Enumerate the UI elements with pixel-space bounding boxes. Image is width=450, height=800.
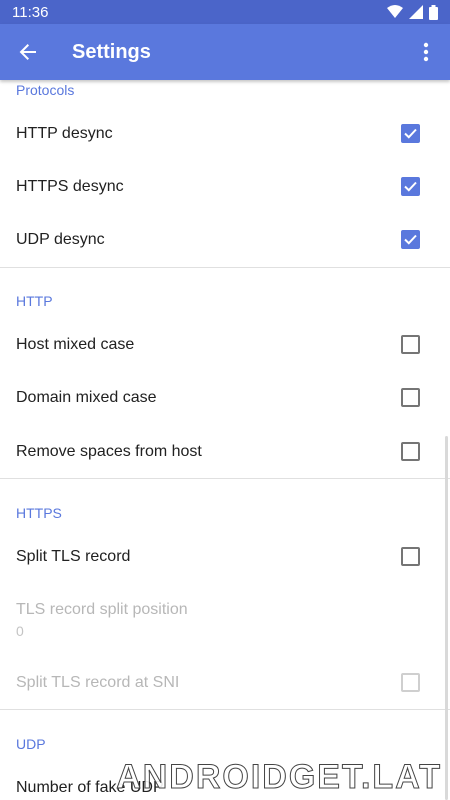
checkbox-checked[interactable] — [401, 177, 420, 196]
pref-remove-spaces-from-host[interactable]: Remove spaces from host — [0, 425, 450, 478]
checkbox-unchecked[interactable] — [401, 547, 420, 566]
watermark: ANDROIDGET.LAT — [116, 758, 442, 797]
pref-label: Host mixed case — [16, 335, 135, 353]
scrollbar[interactable] — [445, 436, 448, 800]
pref-label: HTTPS desync — [16, 177, 124, 195]
check-icon — [404, 181, 417, 192]
pref-label: TLS record split position — [16, 601, 188, 618]
arrow-back-icon — [19, 44, 36, 60]
check-icon — [404, 234, 417, 245]
overflow-menu-button[interactable] — [402, 24, 450, 80]
divider — [0, 267, 450, 268]
pref-udp-desync[interactable]: UDP desync — [0, 213, 450, 266]
pref-label: Remove spaces from host — [16, 442, 202, 460]
divider — [0, 478, 450, 479]
pref-label: HTTP desync — [16, 124, 113, 142]
pref-http-desync[interactable]: HTTP desync — [0, 107, 450, 160]
pref-label: Split TLS record — [16, 547, 131, 565]
pref-summary: 0 — [16, 623, 24, 639]
pref-https-desync[interactable]: HTTPS desync — [0, 160, 450, 213]
settings-list[interactable]: Protocols HTTP desync HTTPS desync UDP d… — [0, 0, 450, 800]
pref-split-tls-record[interactable]: Split TLS record — [0, 530, 450, 583]
app-bar: Settings — [0, 24, 450, 80]
pref-domain-mixed-case[interactable]: Domain mixed case — [0, 371, 450, 424]
back-button[interactable] — [0, 24, 56, 80]
more-vert-icon — [423, 42, 429, 62]
checkbox-unchecked[interactable] — [401, 335, 420, 354]
divider — [0, 709, 450, 710]
checkbox-checked[interactable] — [401, 124, 420, 143]
page-title: Settings — [72, 40, 151, 63]
checkbox-unchecked[interactable] — [401, 388, 420, 407]
section-header-https: HTTPS — [16, 505, 62, 521]
section-header-http: HTTP — [16, 293, 53, 309]
pref-label: Split TLS record at SNI — [16, 673, 180, 691]
checkbox-unchecked — [401, 673, 420, 692]
pref-label: Domain mixed case — [16, 388, 157, 406]
checkbox-unchecked[interactable] — [401, 442, 420, 461]
pref-split-tls-record-at-sni: Split TLS record at SNI — [0, 656, 450, 709]
section-header-udp: UDP — [16, 736, 46, 752]
section-header-protocols: Protocols — [16, 82, 75, 98]
pref-host-mixed-case[interactable]: Host mixed case — [0, 318, 450, 371]
pref-tls-record-split-position: TLS record split position 0 — [16, 601, 188, 639]
checkbox-checked[interactable] — [401, 230, 420, 249]
pref-label: UDP desync — [16, 230, 105, 248]
check-icon — [404, 128, 417, 139]
